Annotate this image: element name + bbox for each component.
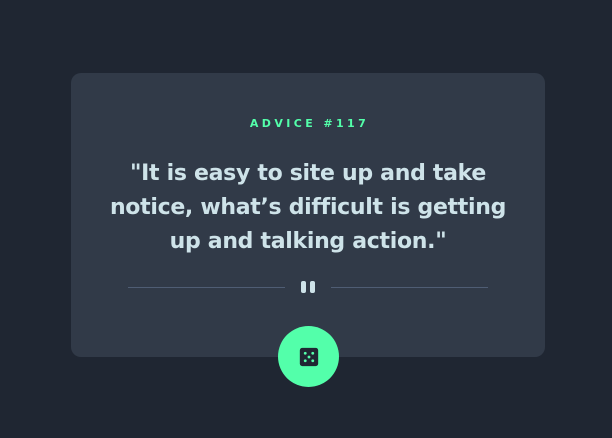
generate-advice-button[interactable] [278,326,339,387]
pattern-divider [128,279,488,295]
divider-line-left [128,287,285,288]
advice-quote: "It is easy to site up and take notice, … [109,161,507,254]
advice-id-label: ADVICE #117 [249,117,370,130]
pause-bar-right [310,281,315,293]
dice-icon [299,347,318,366]
divider-line-right [331,287,488,288]
pause-icon [298,281,318,293]
pause-bar-left [301,281,306,293]
advice-card: ADVICE #117 "It is easy to site up and t… [71,73,545,357]
